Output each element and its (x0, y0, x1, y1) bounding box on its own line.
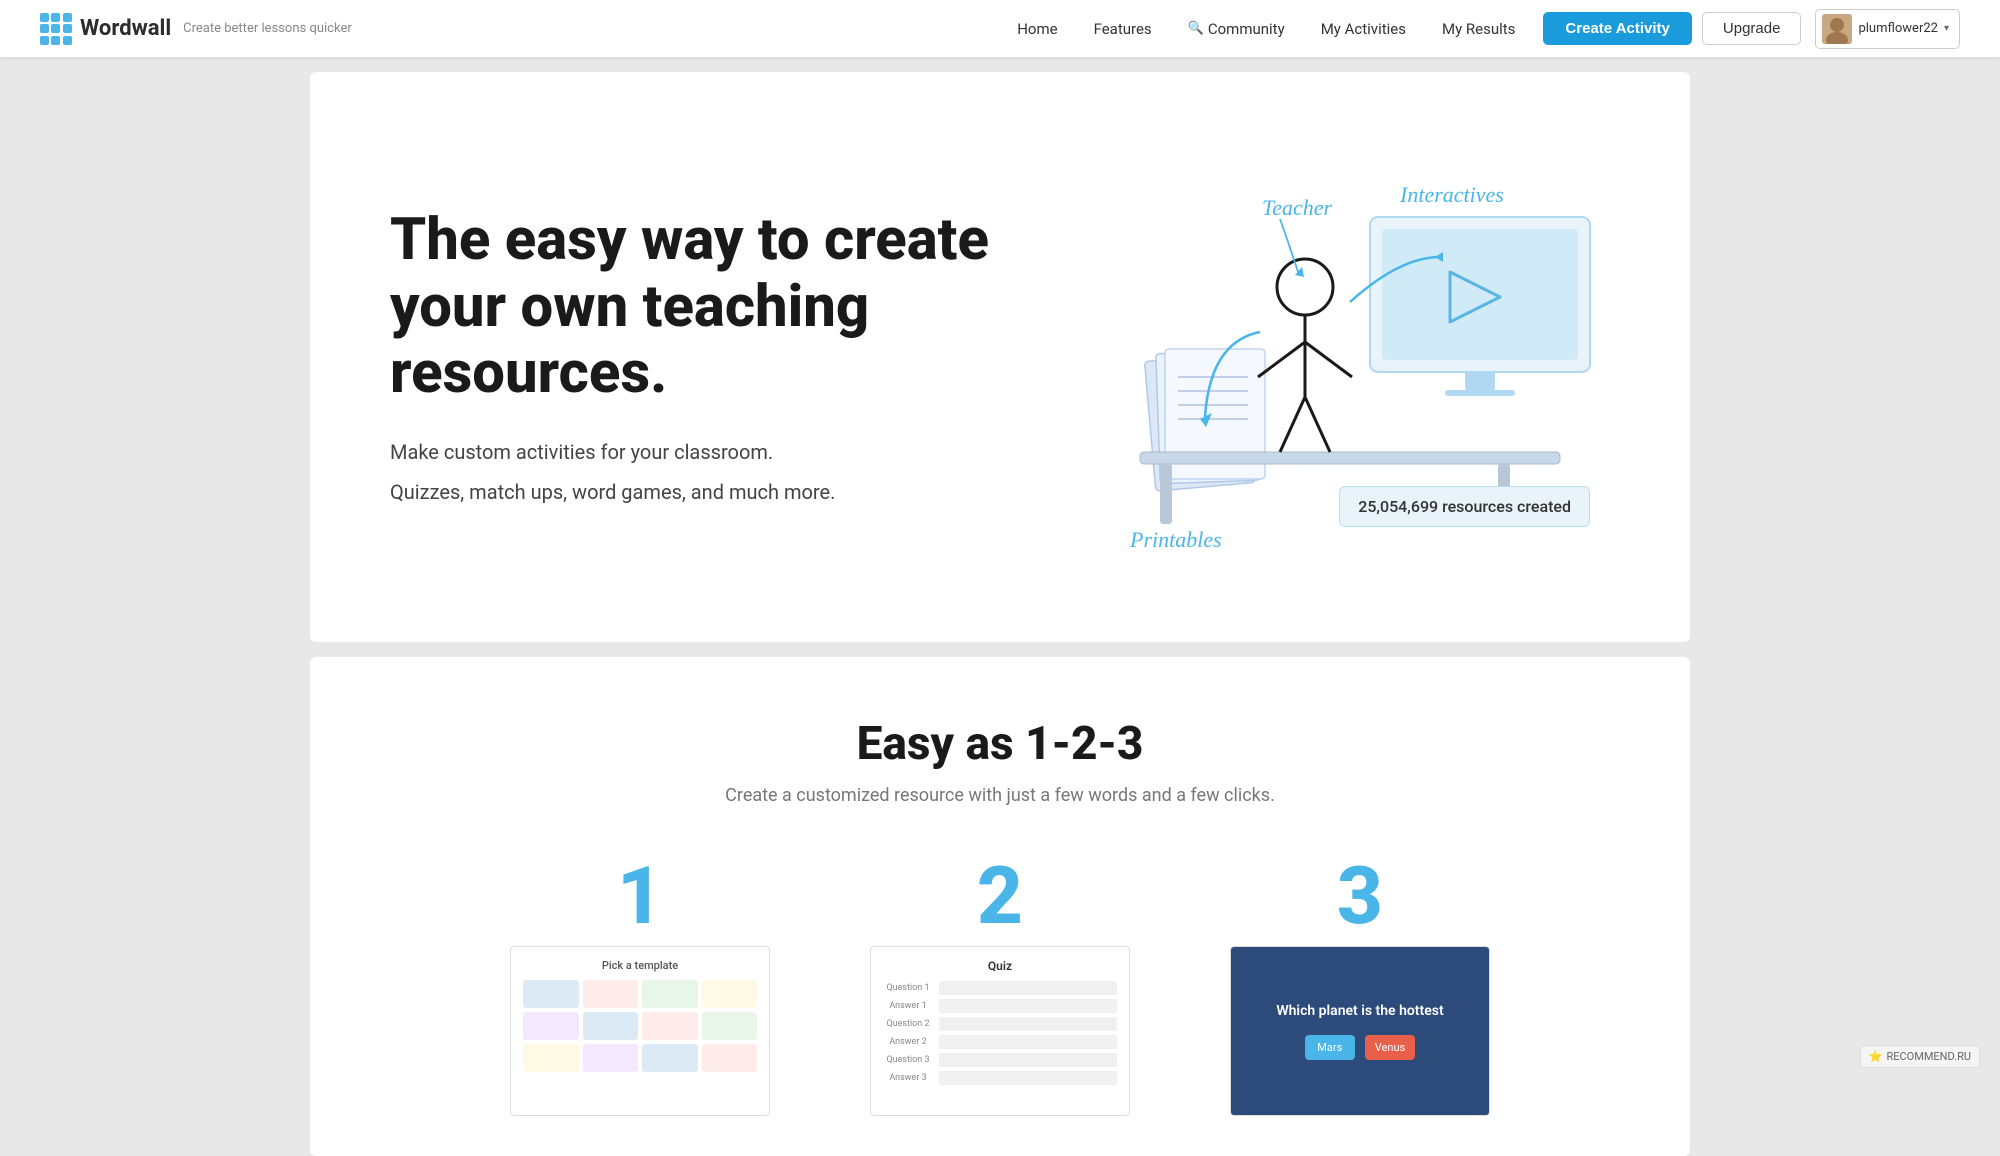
step-3-image: Which planet is the hottest Mars Venus (1230, 946, 1490, 1116)
hero-title: The easy way to create your own teaching… (390, 207, 1010, 407)
nav-community[interactable]: 🔍 Community (1172, 14, 1301, 44)
avatar (1822, 14, 1852, 44)
step-1-image: Pick a template (510, 946, 770, 1116)
user-menu[interactable]: plumflower22 ▾ (1815, 9, 1960, 49)
chevron-down-icon: ▾ (1944, 23, 1949, 34)
hero-subtitle2: Quizzes, match ups, word games, and much… (390, 477, 1010, 507)
nav-features[interactable]: Features (1078, 14, 1168, 44)
step-1-label: Pick a template (523, 959, 757, 972)
easy-subtitle: Create a customized resource with just a… (390, 785, 1610, 806)
hero-section: The easy way to create your own teaching… (310, 72, 1690, 642)
steps-row: 1 Pick a template (390, 856, 1610, 1116)
page-container: The easy way to create your own teaching… (310, 72, 1690, 1156)
step-3-label: Which planet is the hottest (1276, 1003, 1443, 1019)
step-2-image: Quiz Question 1 Answer 1 Question 2 Answ… (870, 946, 1130, 1116)
recommend-label: RECOMMEND.RU (1886, 1050, 1971, 1063)
svg-text:Printables: Printables (1129, 527, 1222, 552)
step-1-grid (523, 980, 757, 1072)
step-1: 1 Pick a template (490, 856, 790, 1116)
user-name: plumflower22 (1858, 21, 1938, 36)
wordwall-logo-icon (40, 13, 72, 45)
recommend-icon: ⭐ (1869, 1050, 1883, 1063)
easy-title: Easy as 1-2-3 (390, 717, 1610, 771)
nav-my-activities[interactable]: My Activities (1305, 14, 1422, 44)
svg-text:Teacher: Teacher (1262, 195, 1333, 220)
nav-home[interactable]: Home (1001, 14, 1073, 44)
step-2: 2 Quiz Question 1 Answer 1 Question 2 An… (850, 856, 1150, 1116)
brand-link[interactable]: Wordwall (40, 13, 171, 45)
resources-badge: 25,054,699 resources created (1339, 486, 1590, 527)
create-activity-button[interactable]: Create Activity (1543, 12, 1692, 45)
step-2-label: Quiz (883, 959, 1117, 973)
navbar: Wordwall Create better lessons quicker H… (0, 0, 2000, 57)
recommend-badge: ⭐ RECOMMEND.RU (1860, 1045, 1980, 1068)
navbar-nav: Home Features 🔍 Community My Activities … (1001, 9, 1960, 49)
logo-text: Wordwall (80, 16, 171, 41)
navbar-tagline: Create better lessons quicker (183, 21, 352, 36)
nav-my-results[interactable]: My Results (1426, 14, 1531, 44)
step-1-number: 1 (617, 856, 663, 936)
hero-text: The easy way to create your own teaching… (390, 207, 1010, 507)
step-2-number: 2 (977, 856, 1023, 936)
wordwall-logo: Wordwall (40, 13, 171, 45)
upgrade-button[interactable]: Upgrade (1702, 12, 1802, 45)
avatar-image (1822, 14, 1852, 44)
easy-section: Easy as 1-2-3 Create a customized resour… (310, 657, 1690, 1156)
step-3-number: 3 (1337, 856, 1383, 936)
search-icon: 🔍 (1188, 21, 1204, 36)
hero-subtitle1: Make custom activities for your classroo… (390, 437, 1010, 467)
svg-text:Interactives: Interactives (1399, 182, 1504, 207)
hero-illustration: Interactives Printables Teacher 25,054,6… (1110, 157, 1610, 557)
step-3: 3 Which planet is the hottest Mars Venus (1210, 856, 1510, 1116)
